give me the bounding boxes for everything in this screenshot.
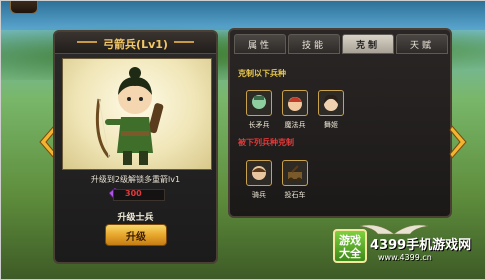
screenshot-frame	[0, 0, 486, 280]
